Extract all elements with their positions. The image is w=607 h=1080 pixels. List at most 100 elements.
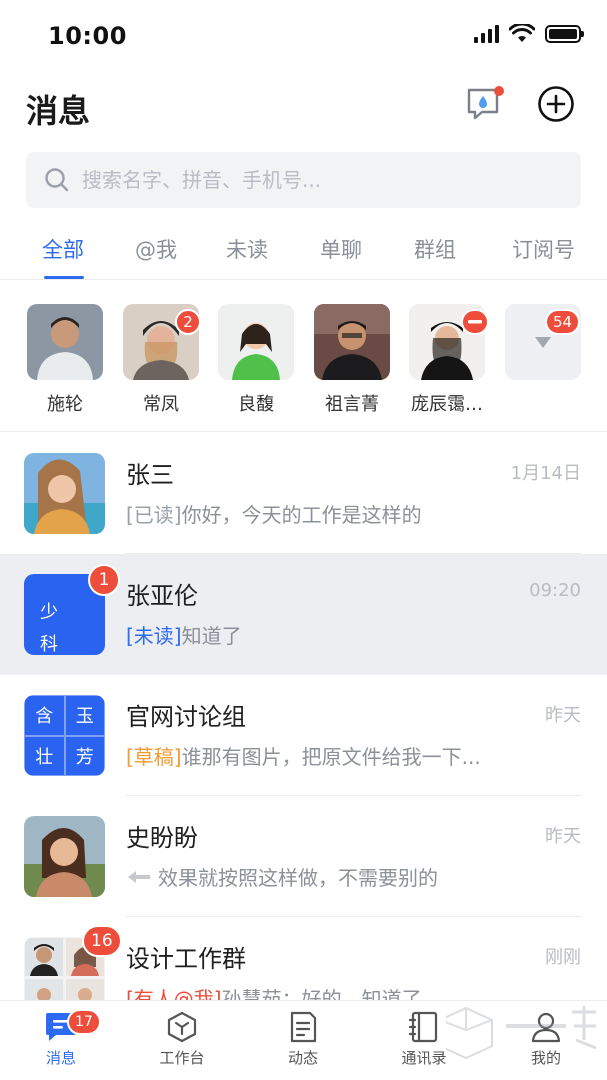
avatar [218, 304, 294, 380]
header: 消息 [0, 70, 607, 146]
tab-unread[interactable]: 未读 [226, 234, 268, 264]
preview-text: 孙慧茹：好的，知道了 [221, 987, 422, 1000]
tab-all[interactable]: 全部 [42, 234, 84, 264]
nav-label: 动态 [287, 1049, 318, 1067]
chat-item[interactable]: 16 设计工作群 刚刚 [有人@我]孙慧茹：好的，知道了 [0, 917, 607, 1000]
avatar [24, 453, 105, 534]
document-icon [290, 1011, 317, 1043]
mention-tag: [有人@我] [126, 987, 222, 1000]
notification-dot [494, 86, 504, 96]
chat-preview: [未读]知道了 [126, 620, 566, 649]
avatar-text: 科 [40, 634, 58, 655]
avatar-text: 芳 [64, 735, 105, 776]
reply-arrow-icon [128, 870, 150, 883]
chat-title: 张三 [126, 461, 174, 489]
unread-badge: 1 [88, 564, 120, 596]
pinned-contacts: 施轮 2 常凤 良馥 祖言菁 庞辰霭… 54 [0, 292, 607, 432]
draft-tag: [草稿] [126, 745, 182, 769]
expand-pinned-button[interactable]: 54 [505, 304, 581, 380]
cellular-signal-icon [474, 25, 499, 43]
contact-name: 庞辰霭… [411, 394, 483, 415]
search-bar[interactable] [26, 152, 581, 208]
chat-time: 昨天 [545, 826, 581, 847]
tab-mentions[interactable]: @我 [135, 234, 177, 264]
nav-label: 消息 [45, 1049, 76, 1067]
pinned-contact[interactable]: 良馥 [218, 304, 294, 416]
status-icons [474, 24, 584, 44]
chat-item[interactable]: 张三 1月14日 [已读]你好，今天的工作是这样的 [0, 433, 607, 554]
unread-badge: 16 [82, 925, 122, 957]
bottom-nav: 消息 17 工作台 动态 通讯录 我的 [0, 1000, 607, 1080]
chat-preview: [草稿]谁那有图片，把原文件给我一下... [126, 741, 566, 770]
tab-groups[interactable]: 群组 [414, 234, 456, 264]
chat-title: 设计工作群 [126, 945, 246, 973]
pinned-contact[interactable]: 2 常凤 [123, 304, 201, 416]
status-bar: 10:00 [0, 0, 607, 70]
avatar-text: 含 [24, 695, 65, 736]
chat-title: 史盼盼 [126, 824, 198, 852]
chat-preview: 效果就按照这样做，不需要别的 [126, 862, 566, 891]
chat-item[interactable]: 含 玉 壮 芳 官网讨论组 昨天 [草稿]谁那有图片，把原文件给我一下... [0, 675, 607, 796]
preview-text: 效果就按照这样做，不需要别的 [158, 866, 438, 890]
avatar [24, 816, 105, 897]
unread-badge: 2 [175, 309, 201, 335]
add-button[interactable] [534, 82, 578, 126]
search-icon [45, 168, 69, 192]
chat-item[interactable]: 少 科 1 张亚伦 09:20 [未读]知道了 [0, 554, 607, 675]
nav-label: 工作台 [159, 1049, 205, 1067]
contact-name: 祖言菁 [325, 394, 379, 415]
nav-profile[interactable]: 我的 [506, 1011, 586, 1068]
filter-tabs: 全部 @我 未读 单聊 群组 订阅号 [0, 218, 607, 280]
pinned-contact[interactable]: 庞辰霭… [409, 304, 489, 416]
plus-circle-icon [538, 86, 574, 122]
status-time: 10:00 [48, 22, 127, 50]
avatar [27, 304, 103, 380]
minus-icon [468, 320, 482, 324]
preview-text: 谁那有图片，把原文件给我一下... [181, 745, 481, 769]
battery-icon [545, 25, 584, 43]
cube-icon [167, 1011, 197, 1043]
nav-label: 通讯录 [401, 1049, 447, 1067]
chat-title: 官网讨论组 [126, 703, 246, 731]
tab-direct[interactable]: 单聊 [320, 234, 362, 264]
chat-time: 09:20 [529, 580, 581, 601]
preview-text: 你好，今天的工作是这样的 [181, 503, 422, 527]
preview-text: 知道了 [181, 624, 242, 648]
unread-badge: 17 [67, 1009, 101, 1035]
pinned-contact[interactable]: 施轮 [27, 304, 103, 416]
chat-time: 昨天 [545, 705, 581, 726]
chat-time: 1月14日 [510, 463, 581, 484]
chat-time: 刚刚 [545, 947, 581, 968]
active-tab-indicator [44, 276, 84, 279]
avatar-text: 壮 [24, 735, 65, 776]
notification-button[interactable] [462, 82, 506, 126]
search-input[interactable] [82, 168, 542, 192]
avatar-text: 少 [40, 602, 58, 623]
triangle-down-icon [535, 337, 551, 348]
nav-contacts[interactable]: 通讯录 [384, 1011, 464, 1068]
nav-messages[interactable]: 消息 17 [21, 1009, 101, 1068]
nav-workbench[interactable]: 工作台 [142, 1011, 222, 1068]
read-tag: [已读] [126, 503, 182, 527]
contact-name: 常凤 [143, 394, 179, 415]
nav-feed[interactable]: 动态 [263, 1011, 343, 1068]
page-title: 消息 [26, 92, 91, 130]
muted-badge [461, 309, 489, 335]
unread-tag: [未读] [126, 624, 182, 648]
tab-subscriptions[interactable]: 订阅号 [512, 234, 575, 264]
unread-badge: 54 [545, 309, 581, 335]
avatar [314, 304, 390, 380]
avatar: 含 玉 壮 芳 [24, 695, 105, 776]
wifi-icon [509, 24, 535, 42]
address-book-icon [409, 1011, 438, 1043]
chat-item[interactable]: 史盼盼 昨天 效果就按照这样做，不需要别的 [0, 796, 607, 917]
nav-label: 我的 [530, 1049, 561, 1067]
contact-name: 良馥 [238, 394, 274, 415]
chat-preview: [已读]你好，今天的工作是这样的 [126, 499, 566, 528]
chat-preview: [有人@我]孙慧茹：好的，知道了 [126, 983, 566, 1000]
user-icon [531, 1012, 561, 1043]
chat-title: 张亚伦 [126, 582, 198, 610]
pinned-contact[interactable]: 祖言菁 [314, 304, 390, 416]
avatar-text: 玉 [64, 695, 105, 736]
contact-name: 施轮 [47, 394, 83, 415]
